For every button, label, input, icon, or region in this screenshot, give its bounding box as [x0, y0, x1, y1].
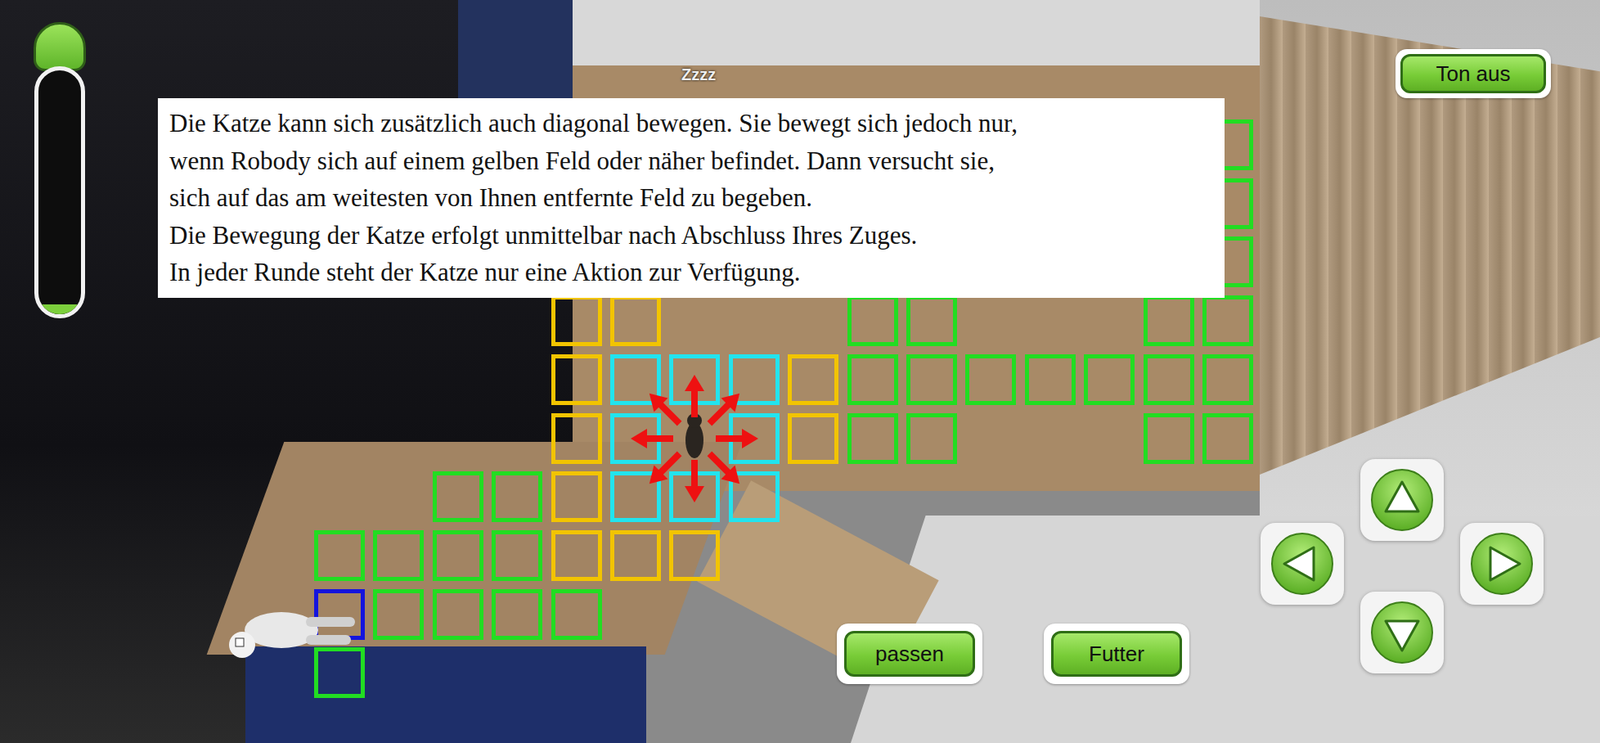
- board-cell[interactable]: [314, 588, 365, 640]
- board-cell[interactable]: [551, 471, 603, 522]
- board-cell[interactable]: [551, 413, 603, 464]
- board-cell[interactable]: [610, 295, 661, 347]
- scene-shelf: [458, 0, 589, 115]
- board-cell[interactable]: [551, 295, 603, 347]
- arrow-icon: [1369, 599, 1435, 666]
- arrow-icon: [1469, 530, 1535, 597]
- board-cell[interactable]: [491, 471, 543, 522]
- direction-button[interactable]: [1460, 522, 1544, 605]
- board-cell[interactable]: [432, 588, 484, 640]
- dialog-line: wenn Robody sich auf einem gelben Feld o…: [169, 142, 1214, 180]
- arrow-icon: [1269, 530, 1335, 597]
- board-cell[interactable]: [906, 295, 958, 347]
- dialog-line: In jeder Runde steht der Katze nur eine …: [169, 253, 1214, 292]
- sound-frame: Ton aus: [1395, 49, 1551, 99]
- board-cell[interactable]: [1143, 354, 1195, 405]
- energy-meter: [30, 22, 90, 319]
- meter-fill: [38, 304, 81, 315]
- action-frame: passen: [836, 623, 983, 684]
- action-row: passen Futter: [836, 623, 1190, 684]
- board-cell[interactable]: [551, 588, 603, 640]
- board-cell[interactable]: [373, 530, 424, 581]
- cat-icon: [620, 364, 769, 513]
- action-button[interactable]: Futter: [1051, 630, 1183, 677]
- direction-button[interactable]: [1260, 522, 1344, 605]
- board-cell[interactable]: [1202, 354, 1254, 405]
- board-cell[interactable]: [965, 354, 1016, 405]
- board-cell[interactable]: [551, 530, 603, 581]
- board-cell[interactable]: [373, 588, 424, 640]
- board-cell[interactable]: [787, 413, 839, 464]
- arrow-icon: [1369, 467, 1435, 533]
- meter-track: [34, 66, 86, 319]
- board-cell[interactable]: [1202, 295, 1254, 347]
- board-cell[interactable]: [847, 295, 899, 347]
- board-cell[interactable]: [847, 354, 899, 405]
- instruction-dialog: Die Katze kann sich zusätzlich auch diag…: [157, 98, 1225, 298]
- game-stage: Zzzz Die Katze kann sich zusätzlich auch …: [0, 0, 1600, 743]
- action-button[interactable]: passen: [844, 630, 976, 677]
- scene-bed: [245, 646, 647, 743]
- board-cell[interactable]: [669, 530, 720, 581]
- dialog-line: sich auf das am weitesten von Ihnen entf…: [169, 179, 1214, 217]
- board-cell[interactable]: [1024, 354, 1076, 405]
- board-cell[interactable]: [906, 354, 958, 405]
- board-cell[interactable]: [1143, 413, 1195, 464]
- board-cell[interactable]: [847, 413, 899, 464]
- board-cell[interactable]: [1202, 413, 1254, 464]
- board-cell[interactable]: [1143, 295, 1195, 347]
- board-cell[interactable]: [432, 530, 484, 581]
- board-cell[interactable]: [314, 530, 365, 581]
- board-cell[interactable]: [1083, 354, 1135, 405]
- board-cell[interactable]: [787, 354, 839, 405]
- board-cell[interactable]: [432, 471, 484, 522]
- direction-pad: [1260, 458, 1544, 674]
- dialog-line: Die Katze kann sich zusätzlich auch diag…: [169, 104, 1214, 143]
- board-cell[interactable]: [314, 647, 365, 698]
- sleep-label: Zzzz: [681, 65, 716, 85]
- board-cell[interactable]: [491, 588, 543, 640]
- board-cell[interactable]: [610, 530, 661, 581]
- action-frame: Futter: [1043, 623, 1190, 684]
- board-cell[interactable]: [906, 413, 958, 464]
- scene-ceiling: [572, 0, 1309, 66]
- sound-button[interactable]: Ton aus: [1400, 53, 1547, 94]
- meter-head: [33, 22, 86, 72]
- dialog-line: Die Bewegung der Katze erfolgt unmittelb…: [169, 216, 1214, 255]
- board-cell[interactable]: [491, 530, 543, 581]
- direction-button[interactable]: [1360, 458, 1444, 541]
- board-cell[interactable]: [551, 354, 603, 405]
- robody-icon: [224, 580, 372, 679]
- direction-button[interactable]: [1360, 591, 1444, 674]
